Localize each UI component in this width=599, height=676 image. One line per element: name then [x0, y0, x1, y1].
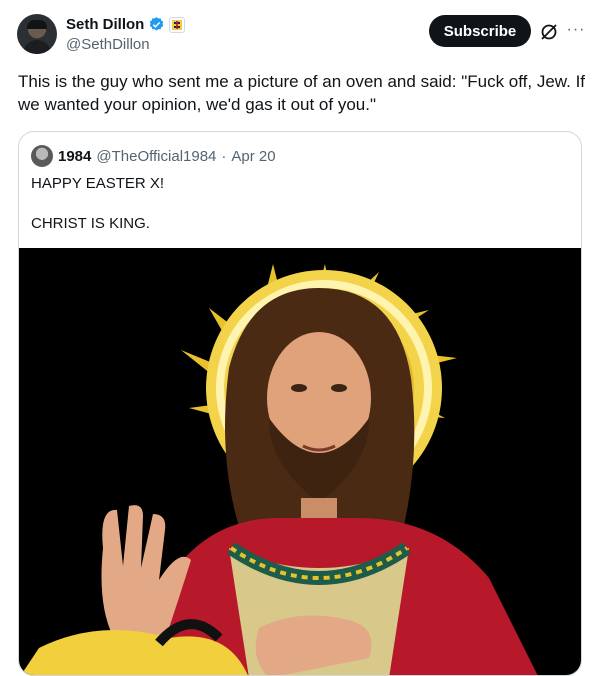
quoted-author-name[interactable]: 1984: [58, 148, 91, 165]
tweet-text: This is the guy who sent me a picture of…: [18, 70, 586, 116]
quoted-date[interactable]: Apr 20: [231, 148, 275, 165]
jesus-illustration: [19, 248, 582, 676]
author-avatar[interactable]: [17, 14, 57, 54]
subscribe-button[interactable]: Subscribe: [429, 15, 531, 47]
quoted-author-avatar[interactable]: [31, 145, 53, 167]
tweet-header: Seth Dillon @SethDillon Subscribe ···: [17, 14, 587, 58]
quoted-line-2: CHRIST IS KING.: [31, 214, 164, 234]
affiliation-logo-icon: [171, 19, 183, 31]
avatar-cap: [27, 20, 47, 29]
quoted-tweet[interactable]: 1984 @TheOfficial1984 · Apr 20 HAPPY EAS…: [18, 131, 582, 676]
quoted-tweet-image[interactable]: [19, 248, 582, 676]
verified-badge-icon: [148, 16, 165, 33]
more-options-icon[interactable]: ···: [565, 18, 587, 42]
quoted-line-1: HAPPY EASTER X!: [31, 174, 164, 194]
grok-icon[interactable]: [539, 22, 559, 42]
avatar-shirt: [23, 40, 51, 54]
author-handle[interactable]: @SethDillon: [66, 36, 150, 53]
author-name-row: Seth Dillon: [66, 16, 185, 33]
quoted-separator: ·: [221, 148, 226, 165]
quoted-tweet-header: 1984 @TheOfficial1984 · Apr 20: [31, 145, 276, 167]
affiliation-badge-icon[interactable]: [169, 17, 185, 33]
quoted-author-handle[interactable]: @TheOfficial1984: [96, 148, 216, 165]
quoted-tweet-text: HAPPY EASTER X! CHRIST IS KING.: [31, 174, 164, 254]
author-name[interactable]: Seth Dillon: [66, 16, 144, 33]
